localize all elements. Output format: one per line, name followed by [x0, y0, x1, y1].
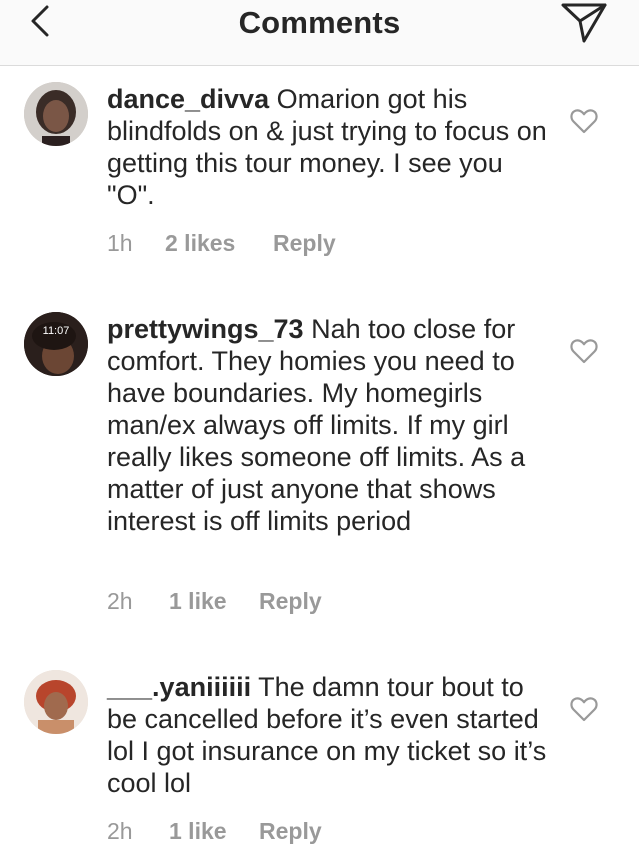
share-button[interactable] — [556, 0, 612, 46]
avatar[interactable] — [24, 670, 88, 734]
avatar[interactable]: 11:07 — [24, 312, 88, 376]
avatar-photo — [24, 312, 88, 376]
reply-button[interactable]: Reply — [273, 230, 336, 257]
comment-time: 1h — [107, 230, 133, 256]
comment-body: prettywings_73 Nah too close for comfort… — [107, 313, 547, 537]
avatar-photo — [24, 670, 88, 734]
comment-username[interactable]: dance_divva — [107, 84, 269, 114]
avatar-lock-time: 11:07 — [42, 325, 70, 337]
comment-username[interactable]: ___.yaniiiiii — [107, 672, 251, 702]
likes-count[interactable]: 1 like — [169, 588, 227, 615]
like-heart-icon[interactable] — [570, 338, 598, 364]
like-heart-icon[interactable] — [570, 108, 598, 134]
comment-username[interactable]: prettywings_73 — [107, 314, 304, 344]
comment-body: dance_divva Omarion got his blindfolds o… — [107, 83, 547, 211]
header-bar: Comments — [0, 0, 639, 66]
comment-body: ___.yaniiiiii The damn tour bout to be c… — [107, 671, 547, 799]
reply-button[interactable]: Reply — [259, 588, 322, 615]
paper-plane-icon — [561, 3, 607, 43]
comment-text: Nah too close for comfort. They homies y… — [107, 314, 526, 536]
like-heart-icon[interactable] — [570, 696, 598, 722]
likes-count[interactable]: 2 likes — [165, 230, 235, 257]
avatar[interactable] — [24, 82, 88, 146]
comment-time: 2h — [107, 588, 133, 614]
page-title: Comments — [238, 5, 401, 40]
avatar-photo — [24, 82, 88, 146]
